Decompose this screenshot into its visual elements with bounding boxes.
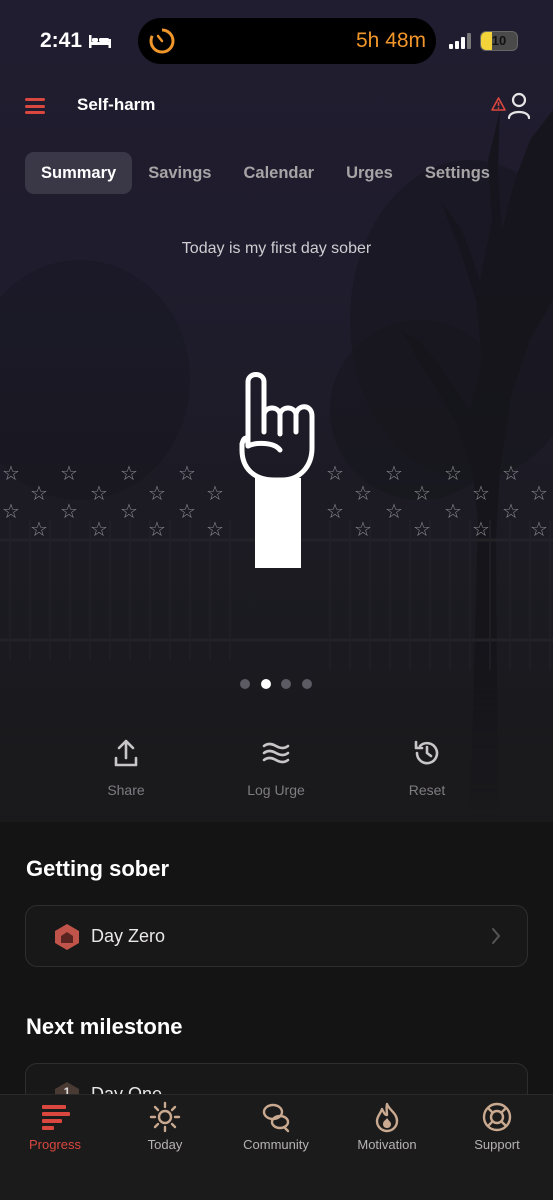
bottom-tab-bar: Progress Today Community Motivation Supp… [0,1094,553,1200]
log-urge-button[interactable]: Log Urge [221,738,331,798]
tab-support[interactable]: Support [442,1095,552,1152]
tab-summary[interactable]: Summary [25,152,133,194]
day-zero-card[interactable]: Day Zero [25,905,528,967]
page-dot[interactable] [240,679,250,689]
status-bar: 2:41 5h 48m 10 [0,0,553,84]
community-icon [262,1103,290,1133]
tab-community[interactable]: Community [221,1095,331,1152]
tab-progress[interactable]: Progress [0,1095,110,1152]
alert-triangle-icon[interactable] [491,97,506,111]
tab-savings[interactable]: Savings [132,152,227,194]
reset-button[interactable]: Reset [372,738,482,798]
page-dot[interactable] [281,679,291,689]
chevron-right-icon [492,928,501,944]
carousel-page-indicator[interactable] [240,679,322,689]
page-title: Self-harm [77,95,156,114]
day-one-hand-icon [239,372,315,568]
tab-motivation[interactable]: Motivation [332,1095,442,1152]
waves-icon [262,742,290,764]
progress-icon [42,1105,70,1130]
live-activity-time: 5h 48m [356,29,427,52]
page-dot[interactable] [301,679,312,689]
menu-icon[interactable] [25,98,45,114]
sun-icon [149,1101,181,1133]
section-tabs: Summary Savings Calendar Urges Settings [25,152,506,194]
clock: 2:41 [40,29,83,52]
share-button[interactable]: Share [71,738,181,798]
cellular-signal-icon [449,33,471,49]
tab-settings[interactable]: Settings [409,152,506,194]
battery-indicator: 10 [480,31,518,51]
next-milestone-heading: Next milestone [26,1014,183,1039]
tab-urges[interactable]: Urges [330,152,409,194]
sleep-bed-icon [89,35,111,48]
history-icon [414,740,439,765]
page-dot-active[interactable] [260,679,271,689]
flame-icon [375,1102,399,1133]
profile-icon[interactable] [507,92,531,120]
tab-today[interactable]: Today [110,1095,220,1152]
timer-icon [149,28,175,54]
day-zero-badge-icon [55,924,79,950]
getting-sober-heading: Getting sober [26,856,170,881]
lifebuoy-icon [482,1102,512,1132]
tab-calendar[interactable]: Calendar [227,152,330,194]
share-icon [114,739,138,767]
sober-headline: Today is my first day sober [181,240,372,257]
